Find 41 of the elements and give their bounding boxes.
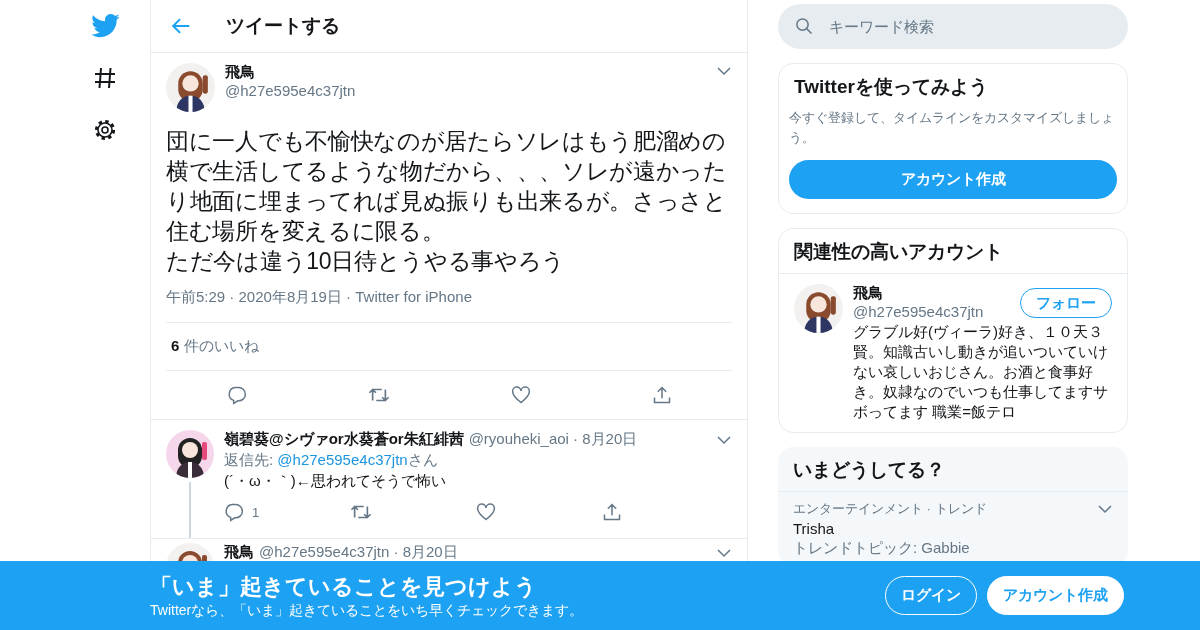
banner-subtitle: Twitterなら、「いま」起きていることをいち早くチェックできます。 (150, 601, 584, 620)
account-name[interactable]: 飛鳥 (853, 284, 984, 303)
likes-count[interactable]: 6 件のいいね (171, 337, 259, 354)
signup-button[interactable]: アカウント作成 (789, 160, 1117, 199)
tweet-meta: 午前5:29 · 2020年8月19日 · Twitter for iPhone (166, 288, 473, 307)
card-title: いまどうしてる？ (792, 458, 946, 482)
tweet-text: 団に一人でも不愉快なのが居たらソレはもう肥溜めの横で生活してるような物だから、、、ソレが遠かったり地面に埋まってれば見ぬ振りも出来るが。さっさと住む場所を変えるに限る。 (166, 127, 728, 246)
share-icon[interactable] (602, 502, 622, 522)
reply-icon[interactable] (226, 385, 247, 405)
bird-logo-icon[interactable] (90, 12, 120, 38)
reply-to-text: 返信先: @h27e595e4c37jtnさん (224, 451, 439, 470)
follow-button[interactable]: フォロー (1020, 288, 1112, 318)
author-handle[interactable]: @h27e595e4c37jtn (225, 82, 356, 99)
mention-link[interactable]: @h27e595e4c37jtn (277, 451, 408, 468)
page-title: ツイートする (226, 14, 340, 38)
settings-icon[interactable] (93, 118, 117, 142)
reply-count: 1 (252, 504, 260, 520)
reply-text: (´・ω・｀)←思われてそうで怖い (224, 472, 447, 491)
card-title: Twitterを使ってみよう (793, 75, 989, 99)
trend-category: エンターテインメント · トレンド (793, 500, 987, 518)
tweet-meta: @h27e595e4c37jtn · 8月20日 (259, 543, 458, 562)
heart-icon[interactable] (510, 385, 531, 405)
tweet-text: ただ今は違う10日待とうやる事やろう (166, 247, 567, 276)
author-name[interactable]: 飛鳥 (225, 63, 356, 82)
tweet-meta: @ryouheki_aoi · 8月20日 (468, 430, 638, 449)
card-title: 関連性の高いアカウント (793, 240, 1004, 264)
card-text: 今すぐ登録して、タイムラインをカスタマイズしましょう。 (788, 109, 1115, 147)
hashtag-icon[interactable] (93, 66, 117, 90)
signup-button[interactable]: アカウント作成 (987, 576, 1124, 615)
banner-title: 「いま」起きていることを見つけよう (150, 572, 537, 601)
search-icon (795, 17, 813, 35)
account-handle[interactable]: @h27e595e4c37jtn (853, 303, 984, 320)
share-icon[interactable] (651, 385, 672, 405)
account-bio: グラブル好(ヴィーラ)好き、１０天３賢。知識古いし動きが追いついていけない哀しいおじさん。お酒と食事好き。奴隷なのでいつも仕事してますサボってます 職業=飯テロ (853, 322, 1109, 422)
reply-icon[interactable] (224, 502, 244, 522)
author-name[interactable]: 飛鳥 (224, 543, 254, 562)
trend-name[interactable]: Trisha (793, 520, 1113, 537)
search-field[interactable]: キーワード検索 (778, 4, 1128, 49)
trend-detail: トレンドトピック: Gabbie (793, 539, 971, 558)
author-name[interactable]: 嶺碧葵@シヴァor水葵蒼or朱紅緋茜 (224, 430, 464, 449)
heart-icon[interactable] (476, 502, 496, 522)
